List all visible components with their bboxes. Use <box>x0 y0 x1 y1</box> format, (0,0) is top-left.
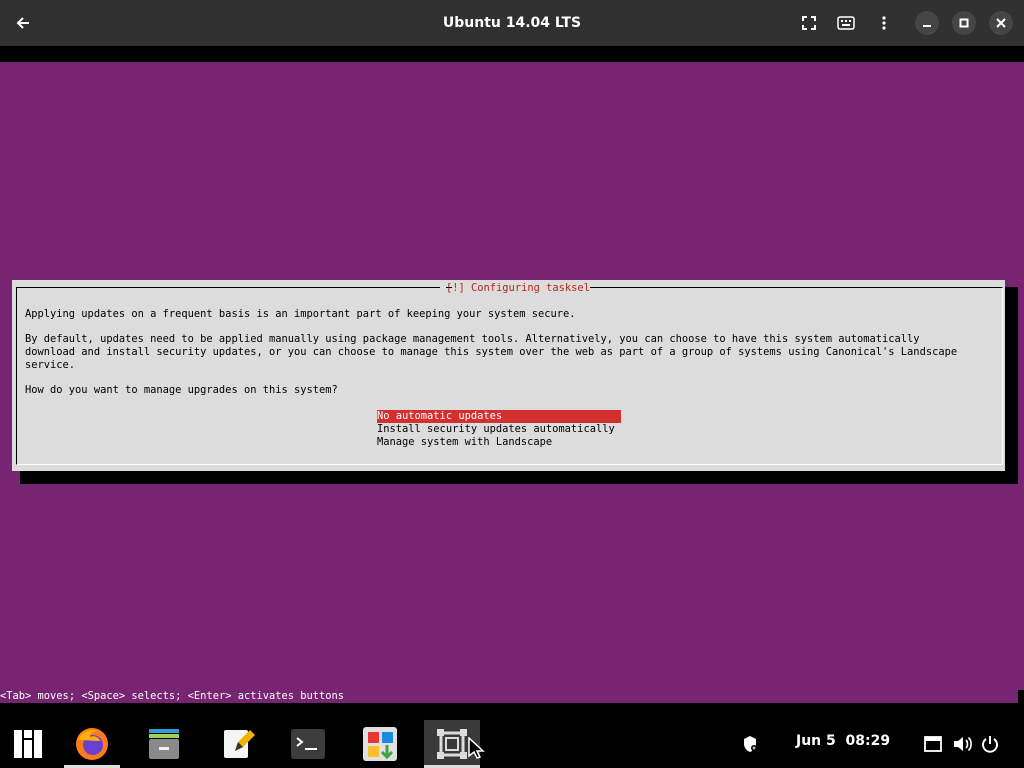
vm-screen[interactable]: [!] Configuring tasksel Applying updates… <box>0 62 1024 703</box>
clock[interactable]: Jun 5 08:29 <box>796 733 890 749</box>
dialog-paragraph-1: Applying updates on a frequent basis is … <box>25 308 576 320</box>
window-border <box>0 46 1024 62</box>
window-title: Ubuntu 14.04 LTS <box>442 15 582 31</box>
volume-icon[interactable] <box>951 733 973 755</box>
file-manager-icon[interactable] <box>136 720 192 768</box>
taskbar: Jun 5 08:29 <box>0 703 1024 768</box>
fullscreen-icon[interactable] <box>797 11 821 35</box>
terminal-icon[interactable] <box>280 720 336 768</box>
mouse-pointer-icon <box>468 736 486 763</box>
text-editor-icon[interactable] <box>210 720 266 768</box>
close-icon[interactable] <box>989 11 1013 35</box>
dialog-shadow <box>20 471 1018 484</box>
dialog-paragraph-2-line-3: service. <box>25 359 76 371</box>
option-no-automatic-updates[interactable]: No automatic updates <box>377 410 621 423</box>
security-shield-icon[interactable] <box>739 733 761 755</box>
power-icon[interactable] <box>979 733 1001 755</box>
option-install-security-updates[interactable]: Install security updates automatically <box>377 423 621 436</box>
text-cursor <box>1018 690 1024 703</box>
dialog-shadow-side <box>1005 287 1018 483</box>
dialog-paragraph-2-line-1: By default, updates need to be applied m… <box>25 333 920 345</box>
maximize-icon[interactable] <box>952 11 976 35</box>
kebab-menu-icon[interactable] <box>872 11 896 35</box>
window-titlebar: Ubuntu 14.04 LTS <box>0 0 1024 46</box>
dialog-title: [!] Configuring tasksel <box>440 281 596 295</box>
keyboard-icon[interactable] <box>834 11 858 35</box>
firefox-icon[interactable] <box>64 720 120 768</box>
manjaro-menu-icon[interactable] <box>0 720 56 768</box>
software-center-icon[interactable] <box>352 720 408 768</box>
minimize-icon[interactable] <box>915 11 939 35</box>
dialog-question: How do you want to manage upgrades on th… <box>25 384 338 396</box>
help-line: <Tab> moves; <Space> selects; <Enter> ac… <box>0 690 345 702</box>
network-icon[interactable] <box>922 733 944 755</box>
option-manage-with-landscape[interactable]: Manage system with Landscape <box>377 436 621 449</box>
dialog-paragraph-2-line-2: download and install security updates, o… <box>25 346 958 358</box>
configure-dialog: [!] Configuring tasksel Applying updates… <box>12 280 1005 471</box>
